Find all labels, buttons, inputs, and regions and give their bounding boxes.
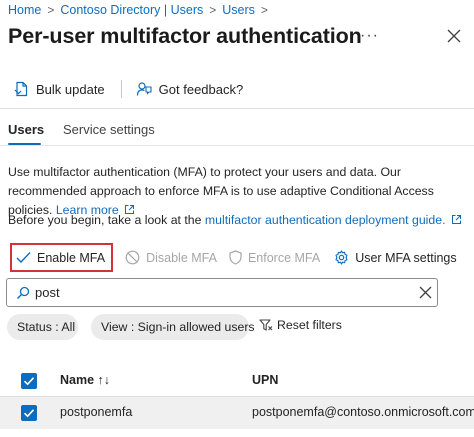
- cell-upn: postponemfa@contoso.onmicrosoft.com: [252, 405, 474, 419]
- disable-mfa-label: Disable MFA: [146, 250, 217, 265]
- shield-icon: [229, 250, 242, 265]
- breadcrumb-contoso-directory-users[interactable]: Contoso Directory | Users: [60, 3, 203, 17]
- deployment-guide-text: Before you begin, take a look at the: [8, 213, 205, 227]
- block-icon: [125, 250, 140, 265]
- breadcrumb-users[interactable]: Users: [222, 3, 255, 17]
- close-icon: [447, 29, 461, 43]
- search-icon: [17, 286, 30, 299]
- cell-name: postponemfa: [60, 405, 133, 419]
- breadcrumb-separator: >: [260, 3, 268, 17]
- external-link-icon: [451, 215, 461, 224]
- toolbar-divider: [120, 80, 122, 98]
- user-mfa-settings-button[interactable]: User MFA settings: [334, 243, 457, 272]
- enable-mfa-label: Enable MFA: [37, 250, 106, 265]
- page-title: Per-user multifactor authentication: [8, 24, 362, 48]
- user-mfa-settings-label: User MFA settings: [355, 250, 457, 265]
- gear-icon: [335, 250, 348, 265]
- view-filter-pill[interactable]: View : Sign-in allowed users: [91, 314, 255, 340]
- enable-mfa-button[interactable]: Enable MFA: [10, 243, 114, 272]
- search-box[interactable]: [6, 278, 438, 307]
- status-filter-pill[interactable]: Status : All: [7, 314, 78, 340]
- reset-filters-label: Reset filters: [277, 318, 342, 332]
- tabs-divider: [0, 145, 474, 146]
- select-all-checkbox[interactable]: [21, 373, 37, 389]
- breadcrumb-separator: >: [47, 3, 55, 17]
- checkmark-icon: [23, 377, 35, 386]
- bulk-update-button[interactable]: Bulk update: [14, 81, 105, 97]
- more-options-button[interactable]: ···: [360, 27, 379, 45]
- column-header-upn: UPN: [252, 373, 279, 387]
- row-checkbox[interactable]: [21, 405, 37, 421]
- enforce-mfa-label: Enforce MFA: [247, 250, 321, 265]
- breadcrumb-home[interactable]: Home: [8, 3, 41, 17]
- clear-search-icon[interactable]: [419, 286, 432, 299]
- feedback-icon: [136, 82, 152, 96]
- tab-service-settings[interactable]: Service settings: [63, 122, 155, 137]
- breadcrumb: Home > Contoso Directory | Users > Users…: [8, 1, 274, 19]
- breadcrumb-separator: >: [209, 3, 217, 17]
- close-button[interactable]: [447, 29, 463, 45]
- tab-users[interactable]: Users: [8, 122, 44, 137]
- checkmark-icon: [16, 252, 31, 264]
- bulk-update-label: Bulk update: [36, 81, 105, 97]
- column-header-name[interactable]: Name ↑↓: [60, 373, 110, 387]
- toolbar-divider-line: [0, 108, 474, 109]
- feedback-button[interactable]: Got feedback?: [136, 81, 244, 97]
- search-input[interactable]: [35, 283, 405, 302]
- bulk-update-icon: [14, 81, 28, 97]
- feedback-label: Got feedback?: [158, 81, 244, 97]
- reset-filters-button[interactable]: Reset filters: [259, 318, 342, 332]
- command-bar: Bulk update Got feedback?: [14, 77, 243, 101]
- deployment-guide-link[interactable]: multifactor authentication deployment gu…: [205, 213, 446, 227]
- mfa-action-bar: Enable MFA Disable MFA Enforce MFA User …: [10, 243, 457, 272]
- checkmark-icon: [23, 409, 35, 418]
- disable-mfa-button[interactable]: Disable MFA: [125, 243, 217, 272]
- enforce-mfa-button[interactable]: Enforce MFA: [229, 243, 320, 272]
- filter-reset-icon: [259, 318, 273, 331]
- deployment-guide-note: Before you begin, take a look at the mul…: [8, 211, 474, 230]
